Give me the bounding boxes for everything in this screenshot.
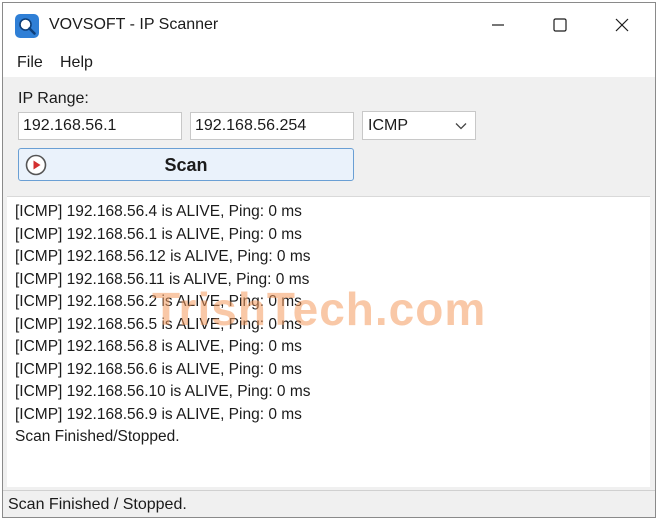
ip-range-label: IP Range: [18, 90, 89, 107]
protocol-select[interactable]: ICMP [362, 111, 476, 140]
log-line: [ICMP] 192.168.56.8 is ALIVE, Ping: 0 ms [15, 338, 302, 355]
log-line: [ICMP] 192.168.56.5 is ALIVE, Ping: 0 ms [15, 315, 302, 333]
minimize-icon [492, 24, 504, 26]
log-line: [ICMP] 192.168.56.2 is ALIVE, Ping: 0 ms [15, 293, 302, 310]
scan-button[interactable]: Scan [18, 148, 354, 181]
close-button[interactable] [591, 3, 653, 47]
log-line: [ICMP] 192.168.56.1 is ALIVE, Ping: 0 ms [15, 225, 302, 243]
log-line: Scan Finished/Stopped. [15, 428, 180, 445]
chevron-down-icon [455, 123, 467, 130]
start-ip-input[interactable] [18, 112, 182, 140]
close-icon [615, 18, 629, 32]
log-line: [ICMP] 192.168.56.11 is ALIVE, Ping: 0 m… [15, 270, 310, 288]
log-line: [ICMP] 192.168.56.6 is ALIVE, Ping: 0 ms [15, 360, 302, 378]
scan-button-label: Scan [164, 155, 208, 175]
menu-bar: File Help [3, 47, 655, 77]
app-window: VOVSOFT - IP Scanner File Help IP Range:… [2, 2, 656, 518]
menu-file[interactable]: File [17, 54, 43, 72]
results-log[interactable]: [ICMP] 192.168.56.4 is ALIVE, Ping: 0 ms… [7, 196, 650, 487]
maximize-button[interactable] [529, 3, 591, 47]
title-bar[interactable]: VOVSOFT - IP Scanner [3, 3, 655, 47]
menu-help[interactable]: Help [60, 54, 93, 72]
magnifier-icon [15, 14, 39, 38]
minimize-button[interactable] [467, 3, 529, 47]
window-title: VOVSOFT - IP Scanner [49, 16, 219, 33]
log-line: [ICMP] 192.168.56.4 is ALIVE, Ping: 0 ms [15, 203, 302, 220]
log-line: [ICMP] 192.168.56.10 is ALIVE, Ping: 0 m… [15, 383, 311, 400]
log-line: [ICMP] 192.168.56.9 is ALIVE, Ping: 0 ms [15, 405, 302, 423]
protocol-selected-value: ICMP [368, 117, 408, 134]
log-line: [ICMP] 192.168.56.12 is ALIVE, Ping: 0 m… [15, 248, 311, 265]
end-ip-input[interactable] [190, 112, 354, 140]
maximize-icon [553, 18, 567, 32]
status-bar: Scan Finished / Stopped. [3, 490, 655, 517]
status-text: Scan Finished / Stopped. [8, 496, 187, 513]
